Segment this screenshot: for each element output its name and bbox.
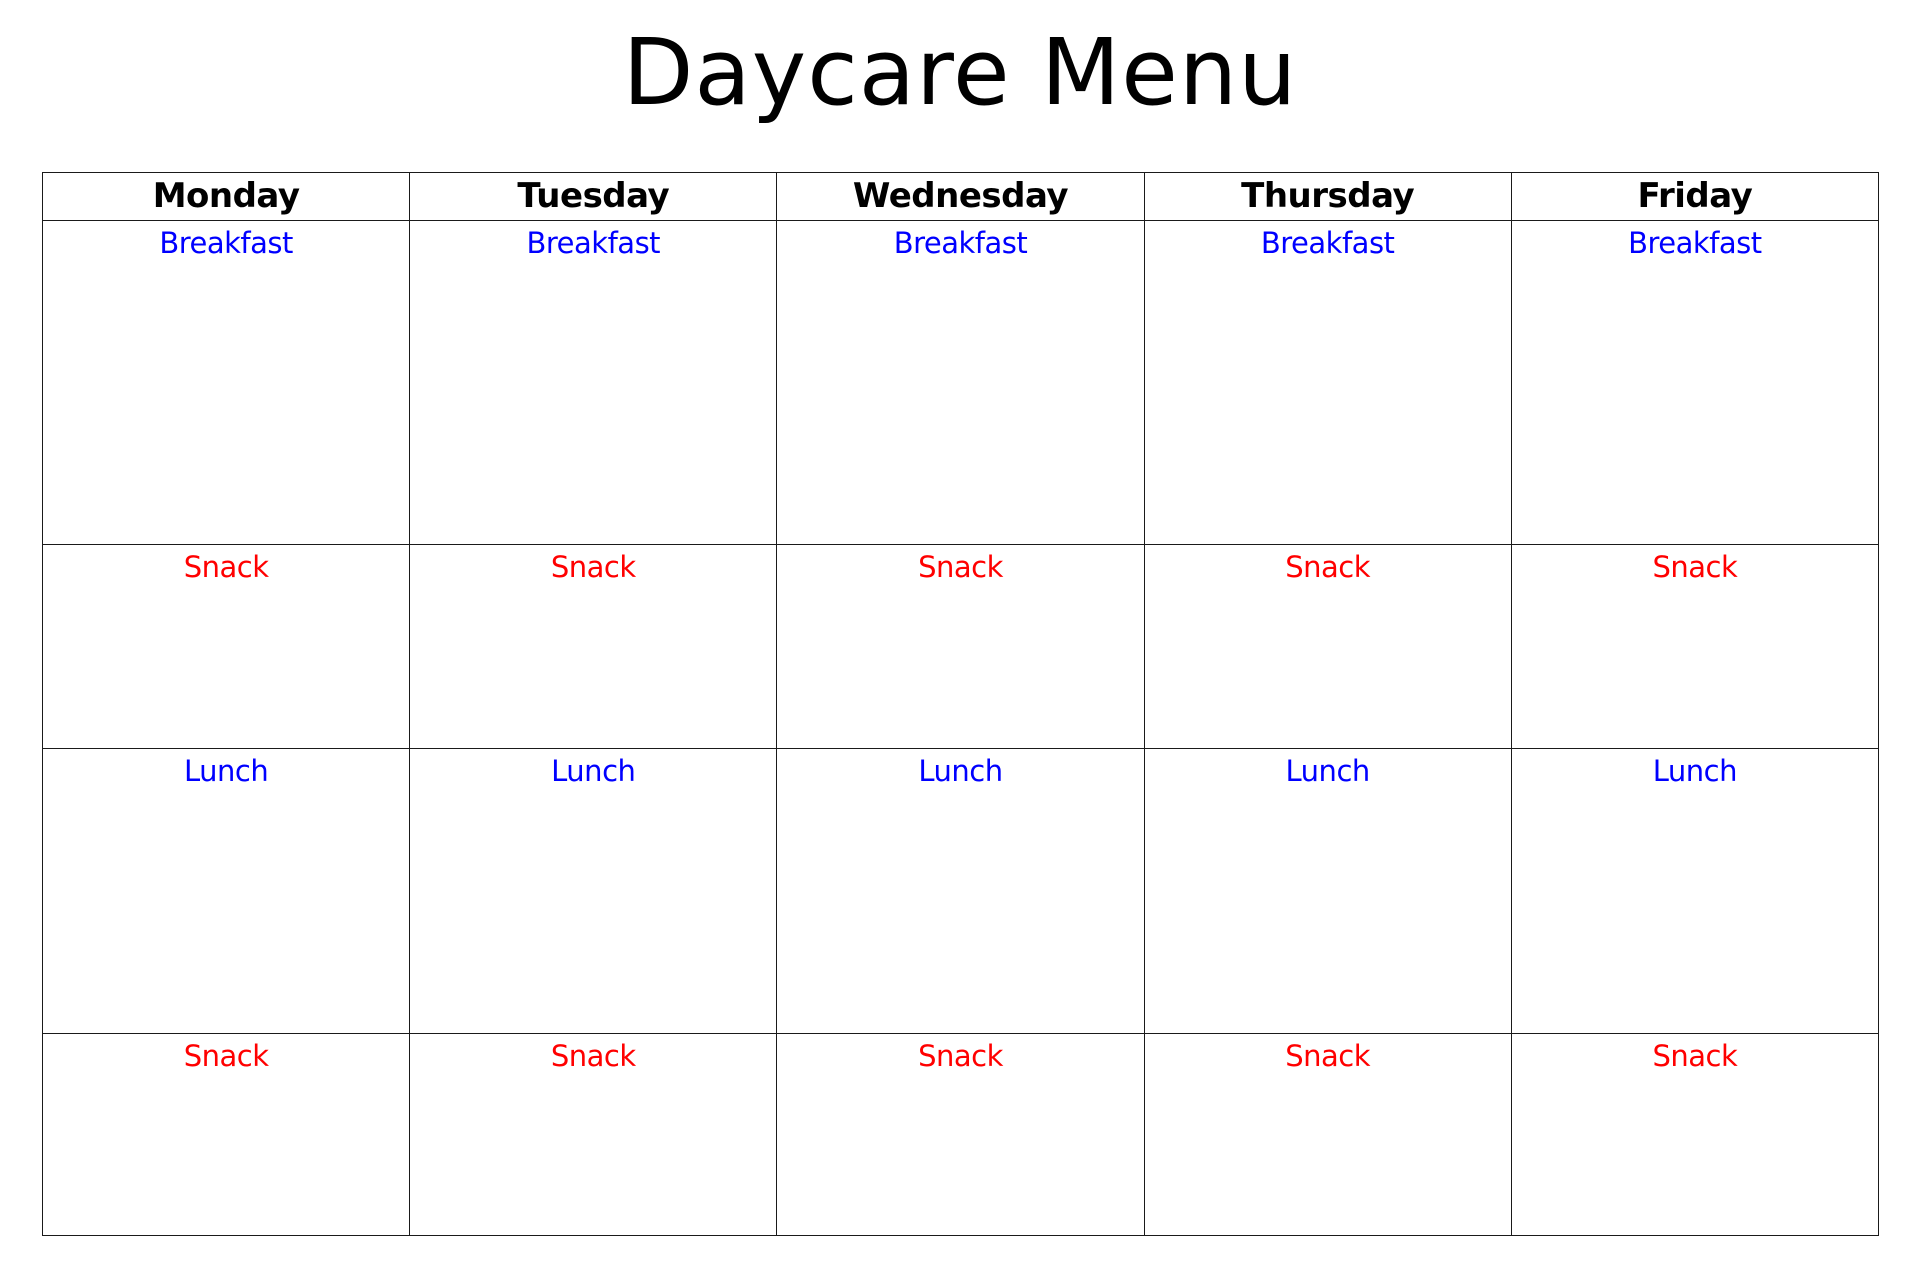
meal-cell[interactable]: Snack [1143,1033,1512,1236]
day-header-monday: Monday [41,172,411,221]
meal-label: Lunch [551,754,636,788]
meal-label: Lunch [918,754,1003,788]
meal-cell[interactable]: Snack [1510,544,1880,749]
meal-label: Breakfast [893,226,1028,260]
meal-row-morning-snack: Snack Snack Snack Snack Snack [41,544,1880,749]
meal-cell[interactable]: Snack [776,544,1145,749]
meal-cell[interactable]: Breakfast [776,220,1145,545]
meal-label: Lunch [1285,754,1371,788]
page-title: Daycare Menu [622,19,1298,126]
meal-label: Snack [550,1039,636,1073]
meal-cell[interactable]: Snack [41,544,411,749]
meal-row-breakfast: Breakfast Breakfast Breakfast Breakfast … [41,220,1880,545]
meal-row-afternoon-snack: Snack Snack Snack Snack Snack [41,1033,1880,1236]
meal-cell[interactable]: Snack [1143,544,1512,749]
meal-label: Lunch [183,754,269,788]
meal-label: Breakfast [1260,226,1395,260]
meal-label: Snack [1285,550,1371,584]
meal-label: Snack [1652,550,1738,584]
meal-cell[interactable]: Breakfast [409,220,778,545]
header-row: Monday Tuesday Wednesday Thursday Friday [41,172,1880,221]
day-header-wednesday: Wednesday [776,172,1145,221]
meal-cell[interactable]: Lunch [1143,748,1512,1034]
meal-cell[interactable]: Snack [409,544,778,749]
meal-label: Snack [183,550,269,584]
meal-cell[interactable]: Snack [41,1033,411,1236]
meal-row-lunch: Lunch Lunch Lunch Lunch Lunch [41,748,1880,1034]
meal-cell[interactable]: Lunch [1510,748,1880,1034]
meal-cell[interactable]: Lunch [409,748,778,1034]
meal-cell[interactable]: Lunch [41,748,411,1034]
meal-cell[interactable]: Breakfast [41,220,411,545]
meal-label: Lunch [1652,754,1738,788]
meal-label: Snack [1652,1039,1738,1073]
day-header-friday: Friday [1510,172,1880,221]
meal-label: Snack [918,1039,1003,1073]
menu-table: Monday Tuesday Wednesday Thursday Friday… [41,172,1880,1236]
meal-cell[interactable]: Breakfast [1143,220,1512,545]
meal-label: Breakfast [526,226,661,260]
meal-label: Snack [918,550,1003,584]
meal-label: Snack [183,1039,269,1073]
meal-label: Breakfast [1628,226,1762,260]
meal-cell[interactable]: Lunch [776,748,1145,1034]
day-header-thursday: Thursday [1143,172,1512,221]
meal-cell[interactable]: Snack [1510,1033,1880,1236]
meal-label: Breakfast [159,226,293,260]
meal-label: Snack [1285,1039,1371,1073]
meal-cell[interactable]: Snack [409,1033,778,1236]
meal-cell[interactable]: Snack [776,1033,1145,1236]
meal-cell[interactable]: Breakfast [1510,220,1880,545]
day-header-tuesday: Tuesday [409,172,778,221]
meal-label: Snack [550,550,636,584]
